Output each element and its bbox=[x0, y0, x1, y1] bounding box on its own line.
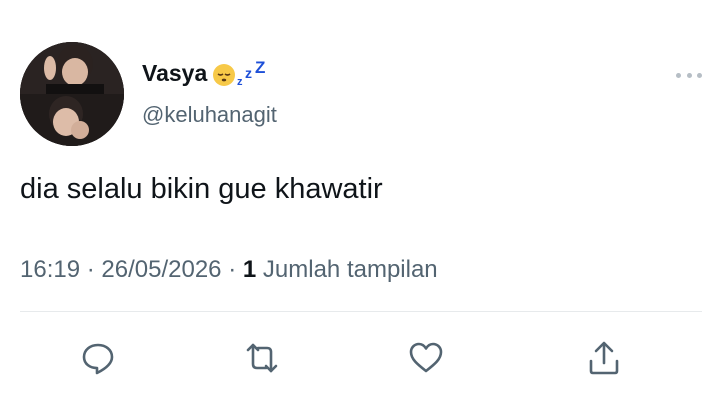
tweet-text: dia selalu bikin gue khawatir bbox=[20, 173, 383, 205]
sleeping-face-icon bbox=[213, 63, 236, 86]
retweet-button[interactable] bbox=[242, 338, 282, 378]
svg-text:z: z bbox=[245, 65, 252, 81]
avatar-photo-icon bbox=[20, 42, 124, 146]
more-options-icon[interactable] bbox=[676, 70, 702, 80]
reply-icon bbox=[82, 343, 114, 375]
name-emoji: z z Z bbox=[211, 61, 267, 87]
svg-text:z: z bbox=[237, 76, 243, 87]
view-count: 1 bbox=[242, 256, 257, 283]
view-label: Jumlah tampilan bbox=[262, 256, 438, 283]
user-handle[interactable]: @keluhanagit bbox=[142, 102, 277, 128]
retweet-icon bbox=[246, 343, 278, 373]
meta-separator: · bbox=[228, 256, 237, 283]
svg-text:Z: Z bbox=[255, 61, 265, 77]
dot bbox=[686, 72, 692, 78]
tweet-time[interactable]: 16:19 bbox=[20, 256, 80, 283]
divider bbox=[20, 311, 702, 312]
dot bbox=[697, 72, 702, 78]
avatar[interactable] bbox=[20, 42, 124, 146]
dot bbox=[676, 72, 681, 78]
display-name[interactable]: Vasya bbox=[142, 60, 207, 87]
reply-button[interactable] bbox=[78, 338, 118, 378]
tweet-meta: 16:19 · 26/05/2026 · 1 Jumlah tampilan bbox=[20, 256, 438, 284]
user-name-row[interactable]: Vasya z z Z bbox=[142, 60, 267, 87]
share-button[interactable] bbox=[584, 338, 624, 378]
like-button[interactable] bbox=[406, 338, 446, 378]
heart-icon bbox=[409, 342, 443, 373]
tweet-date[interactable]: 26/05/2026 bbox=[101, 256, 221, 283]
share-icon bbox=[589, 341, 619, 375]
meta-separator: · bbox=[86, 256, 95, 283]
zzz-icon: z z Z bbox=[237, 61, 265, 87]
